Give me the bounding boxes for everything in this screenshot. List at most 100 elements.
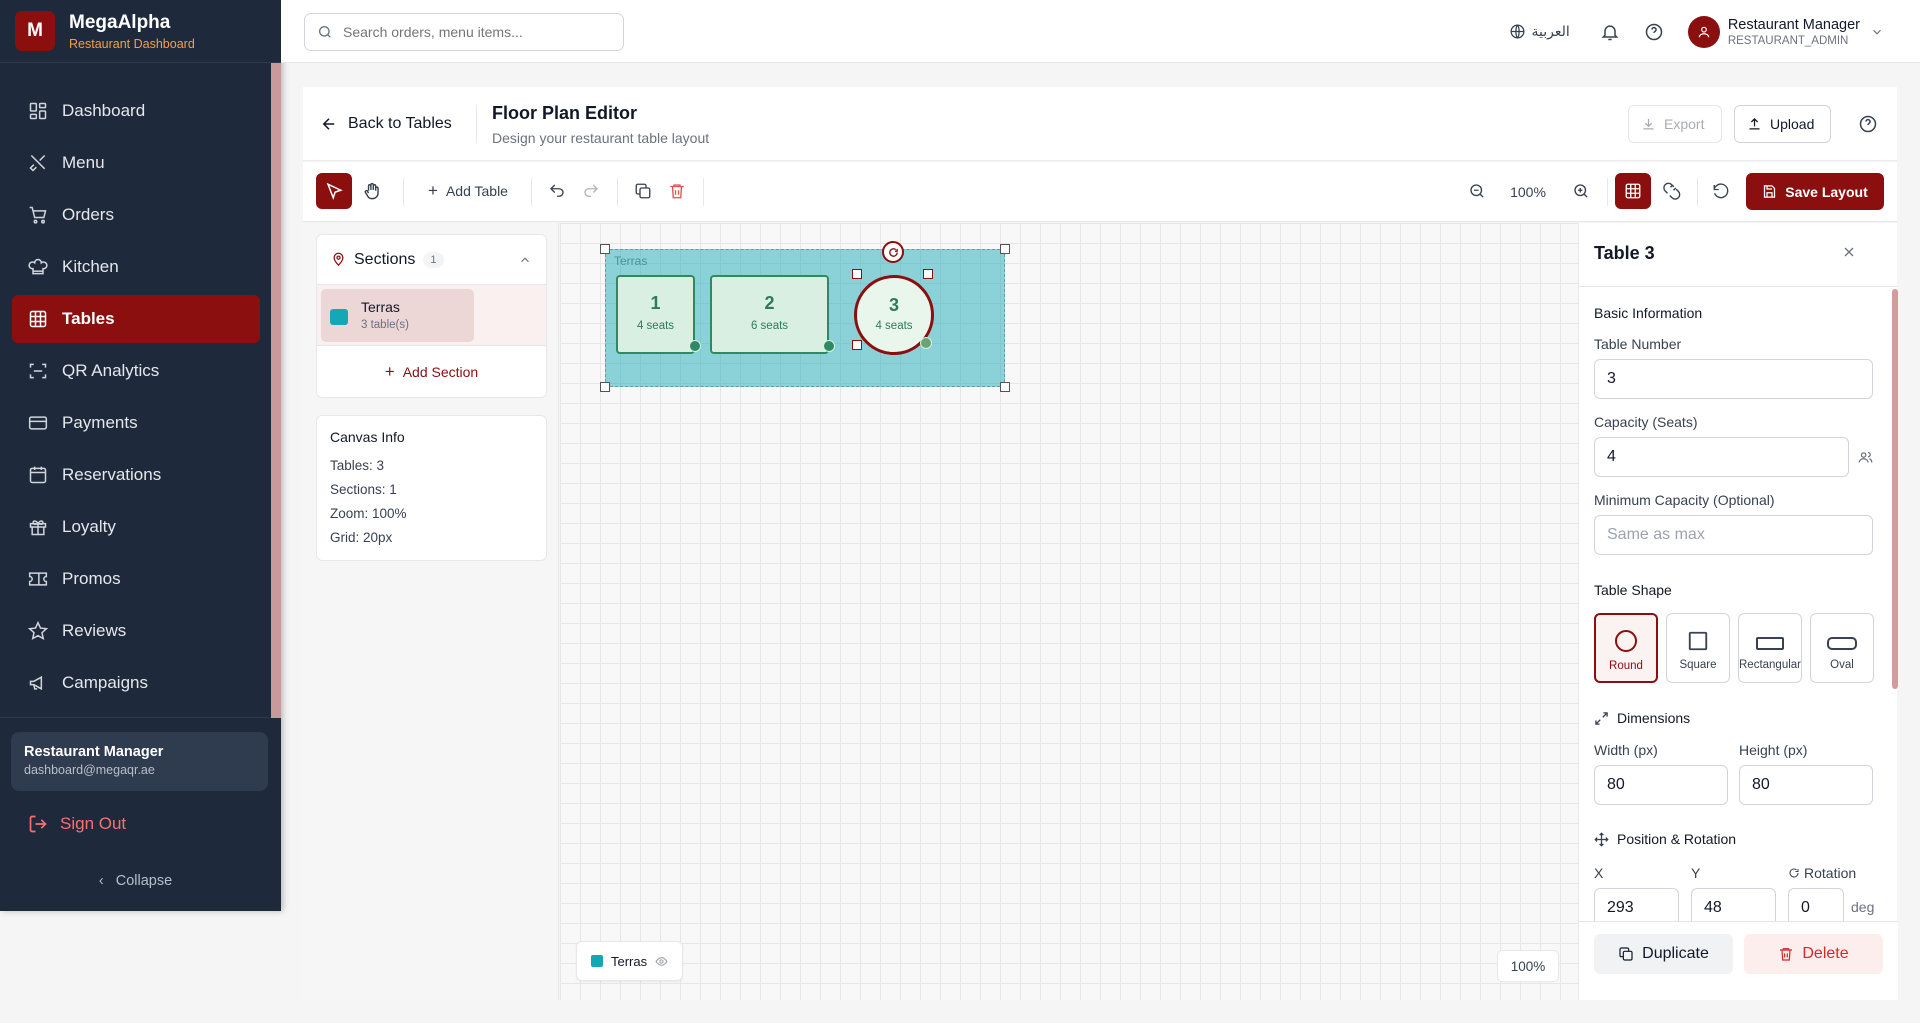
properties-scrollbar[interactable] — [1892, 289, 1898, 689]
table-resize-dot[interactable] — [823, 340, 835, 352]
profile-name: Restaurant Manager — [1727, 16, 1860, 33]
shape-round-button[interactable]: Round — [1594, 613, 1658, 683]
section-area-label: Terras — [614, 254, 648, 268]
selection-handle[interactable] — [852, 269, 862, 279]
rotation-handle[interactable] — [882, 241, 904, 263]
user-icon — [1698, 26, 1710, 37]
table-seats: 6 seats — [750, 320, 789, 332]
table-1[interactable]: 1 4 seats — [616, 275, 695, 354]
section-item-terras[interactable]: Terras 3 table(s) — [321, 289, 474, 342]
delete-button[interactable]: Delete — [1744, 934, 1883, 974]
sidebar-item-orders[interactable]: Orders — [12, 191, 260, 239]
delete-tool-button[interactable] — [661, 173, 693, 209]
sidebar-item-reservations[interactable]: Reservations — [12, 451, 260, 499]
eye-icon[interactable] — [655, 955, 668, 968]
sidebar-item-label: QR Analytics — [62, 361, 160, 380]
width-field[interactable] — [1594, 765, 1728, 805]
section-resize-handle[interactable] — [600, 244, 610, 254]
brand[interactable]: M MegaAlpha Restaurant Dashboard — [0, 0, 281, 63]
sidebar-item-payments[interactable]: Payments — [12, 399, 260, 447]
sidebar-item-campaigns[interactable]: Campaigns — [12, 659, 260, 707]
back-label: Back to Tables — [348, 115, 452, 132]
sidebar-item-menu[interactable]: Menu — [12, 139, 260, 187]
table-resize-dot[interactable] — [689, 340, 701, 352]
canvas-info-panel: Canvas Info Tables: 3 Sections: 1 Zoom: … — [316, 415, 547, 561]
shape-label: Rectangular — [1739, 659, 1802, 671]
reset-button[interactable] — [1705, 173, 1737, 209]
export-button[interactable]: Export — [1628, 105, 1722, 143]
zoom-out-button[interactable] — [1461, 173, 1493, 209]
avatar[interactable] — [1687, 15, 1720, 48]
help-icon[interactable] — [1644, 22, 1664, 42]
height-field[interactable] — [1739, 765, 1873, 805]
zoom-in-button[interactable] — [1565, 173, 1597, 209]
add-table-button[interactable]: + Add Table — [413, 173, 523, 209]
search-box[interactable] — [304, 13, 624, 51]
properties-title: Table 3 — [1594, 243, 1655, 263]
floor-plan-canvas[interactable]: Terras 1 4 seats 2 6 seats 3 4 seats Ter… — [560, 223, 1578, 1000]
rotate-icon — [1789, 868, 1799, 878]
section-legend[interactable]: Terras — [576, 941, 684, 981]
search-input[interactable] — [343, 24, 603, 40]
sidebar-item-promos[interactable]: Promos — [12, 555, 260, 603]
sign-out-button[interactable]: Sign Out — [28, 814, 126, 834]
language-label: العربية — [1531, 23, 1570, 39]
sections-header[interactable]: Sections 1 — [317, 235, 546, 285]
legend-color-swatch — [591, 955, 603, 967]
editor-header: Back to Tables Floor Plan Editor Design … — [303, 87, 1897, 161]
sidebar-item-qr-analytics[interactable]: QR Analytics — [12, 347, 260, 395]
section-resize-handle[interactable] — [600, 382, 610, 392]
x-label: X — [1594, 865, 1604, 881]
close-icon[interactable] — [1841, 244, 1857, 260]
language-switch[interactable]: العربية — [1509, 23, 1570, 40]
shape-label: Oval — [1830, 659, 1854, 671]
upload-button[interactable]: Upload — [1734, 105, 1831, 143]
add-section-button[interactable]: + Add Section — [317, 346, 546, 397]
sidebar-item-label: Payments — [62, 413, 138, 432]
header-divider — [476, 105, 477, 143]
section-resize-handle[interactable] — [1000, 244, 1010, 254]
sidebar-item-reviews[interactable]: Reviews — [12, 607, 260, 655]
user-name: Restaurant Manager — [24, 744, 164, 760]
table-number-field[interactable] — [1594, 359, 1873, 399]
shape-rectangular-button[interactable]: Rectangular — [1738, 613, 1802, 683]
snap-toggle-button[interactable] — [1656, 173, 1688, 209]
plus-icon: + — [384, 361, 395, 381]
save-layout-button[interactable]: Save Layout — [1746, 173, 1884, 210]
chevron-down-icon[interactable] — [1870, 25, 1884, 39]
grid-toggle-button[interactable] — [1615, 173, 1651, 209]
selection-handle[interactable] — [852, 340, 862, 350]
y-label: Y — [1691, 865, 1701, 881]
select-tool-button[interactable] — [316, 173, 352, 209]
undo-button[interactable] — [541, 173, 573, 209]
duplicate-button[interactable]: Duplicate — [1594, 934, 1733, 974]
collapse-button[interactable]: ‹ Collapse — [0, 873, 271, 889]
table-resize-dot[interactable] — [920, 337, 932, 349]
bell-icon[interactable] — [1600, 22, 1620, 42]
brand-subtitle: Restaurant Dashboard — [69, 36, 195, 51]
sidebar-item-loyalty[interactable]: Loyalty — [12, 503, 260, 551]
section-color-swatch — [330, 309, 348, 325]
selection-handle[interactable] — [923, 269, 933, 279]
help-icon[interactable] — [1858, 114, 1878, 134]
sidebar-scrollbar[interactable] — [271, 63, 281, 718]
back-to-tables-button[interactable]: Back to Tables — [320, 115, 452, 133]
user-card[interactable]: Restaurant Manager dashboard@megaqr.ae — [11, 732, 268, 791]
shape-oval-button[interactable]: Oval — [1810, 613, 1874, 683]
capacity-field[interactable] — [1594, 437, 1849, 477]
pan-tool-button[interactable] — [354, 173, 390, 209]
chevron-up-icon[interactable] — [518, 253, 532, 267]
min-capacity-field[interactable] — [1594, 515, 1873, 555]
section-resize-handle[interactable] — [1000, 382, 1010, 392]
shape-square-button[interactable]: Square — [1666, 613, 1730, 683]
properties-panel: Table 3 Basic Information Table Number C… — [1578, 223, 1898, 1000]
profile-info[interactable]: Restaurant Manager RESTAURANT_ADMIN — [1728, 17, 1860, 47]
toolbar-divider — [531, 178, 532, 206]
sidebar-item-kitchen[interactable]: Kitchen — [12, 243, 260, 291]
upload-label: Upload — [1770, 116, 1815, 132]
sidebar-item-tables[interactable]: Tables — [12, 295, 260, 343]
redo-button[interactable] — [575, 173, 607, 209]
sidebar-item-dashboard[interactable]: Dashboard — [12, 87, 260, 135]
table-2[interactable]: 2 6 seats — [710, 275, 829, 354]
duplicate-tool-button[interactable] — [627, 173, 659, 209]
